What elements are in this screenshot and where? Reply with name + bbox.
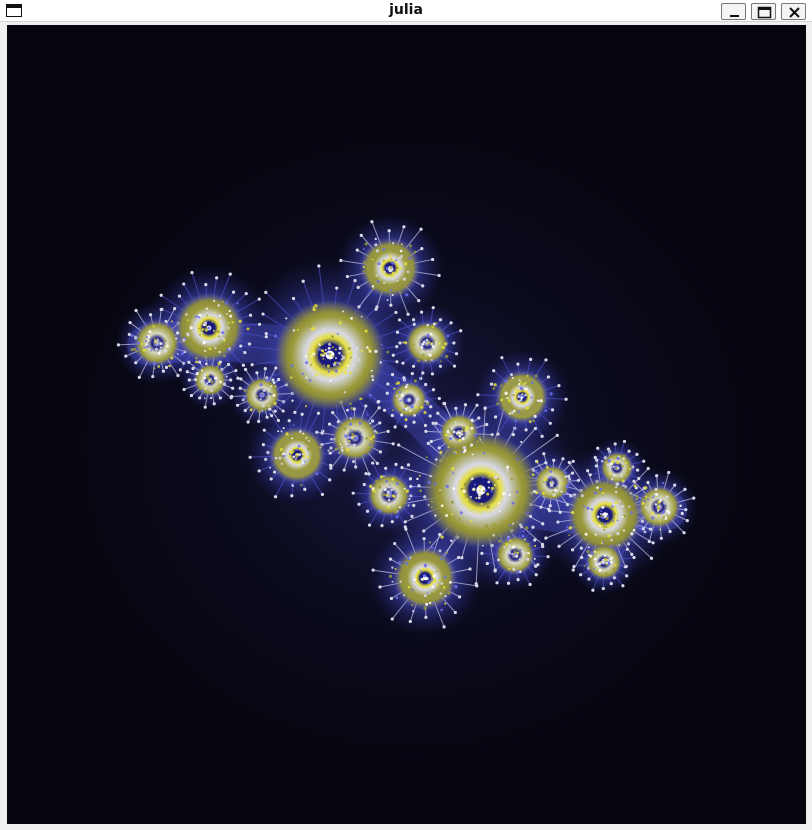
minimize-icon — [730, 15, 739, 17]
window-title: julia — [389, 2, 423, 18]
close-icon — [789, 7, 800, 18]
title-bar[interactable]: julia — [0, 0, 812, 22]
window-menu-icon[interactable] — [6, 4, 22, 17]
minimize-button[interactable] — [721, 3, 746, 20]
maximize-icon — [757, 6, 772, 19]
maximize-button[interactable] — [751, 3, 776, 20]
window-frame — [0, 22, 7, 830]
julia-canvas[interactable] — [7, 25, 806, 824]
application-window: julia — [0, 0, 812, 830]
julia-set-render — [7, 25, 806, 824]
close-button[interactable] — [781, 3, 806, 20]
